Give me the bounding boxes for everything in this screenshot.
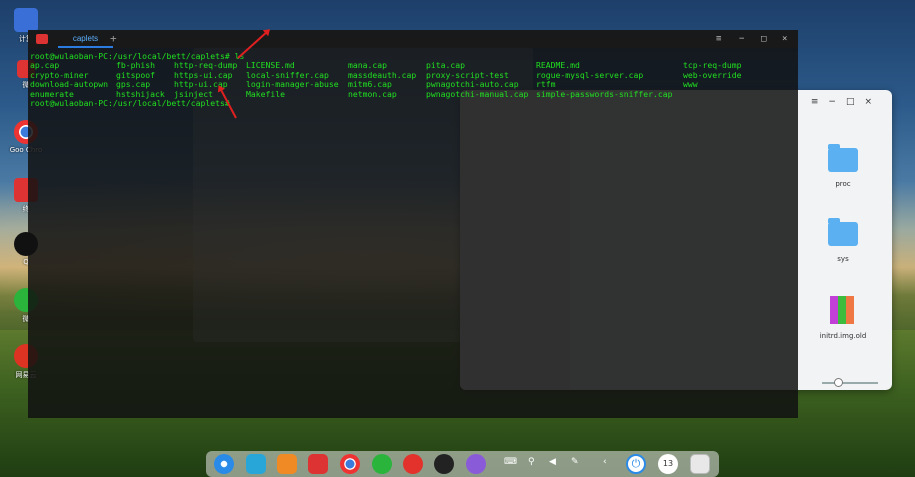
menu-button[interactable]: ≡ (811, 97, 829, 107)
terminal-window[interactable]: caplets + ≡ − □ × root@wulaoban-PC:/usr/… (28, 30, 798, 418)
folder-icon[interactable] (828, 144, 858, 172)
terminal-app-icon (36, 34, 48, 44)
maximize-button[interactable]: □ (846, 97, 865, 107)
folder-label: sys (837, 255, 849, 263)
folder-label: proc (835, 180, 851, 188)
window-controls[interactable]: ≡−□× (811, 97, 882, 107)
ls-entry: Makefile (246, 88, 285, 99)
file-label: initrd.img.old (819, 332, 867, 340)
terminal-icon[interactable] (308, 454, 328, 474)
zoom-slider-knob[interactable] (834, 378, 843, 387)
qq-icon[interactable] (434, 454, 454, 474)
clock[interactable]: 13 (658, 454, 678, 474)
ls-entry: netmon.cap (348, 88, 397, 99)
ls-entry: www (683, 79, 698, 89)
power-button[interactable]: ⏻ (626, 454, 646, 474)
wechat-icon[interactable] (372, 454, 392, 474)
settings-icon[interactable] (466, 454, 486, 474)
keyboard-icon[interactable]: ⌨ (504, 457, 517, 467)
trash-icon[interactable] (690, 454, 710, 474)
tab-caplets[interactable]: caplets (58, 30, 113, 48)
maximize-button[interactable]: □ (761, 30, 766, 48)
computer-icon (14, 8, 38, 32)
close-button[interactable]: × (864, 97, 882, 107)
file-manager-icon[interactable] (246, 454, 266, 474)
add-tab-button[interactable]: + (110, 30, 117, 48)
expand-icon[interactable]: ‹ (603, 457, 607, 467)
dock: ⌨ ⚲ ◀ ✎ ‹ ⏻ 13 (206, 451, 719, 477)
launcher-icon[interactable] (214, 454, 234, 474)
archive-icon[interactable] (277, 454, 297, 474)
terminal-tabbar: caplets + ≡ − □ × (28, 30, 798, 48)
ls-entry: pwnagotchi-manual.cap (426, 88, 529, 99)
chrome-icon[interactable] (340, 454, 360, 474)
usb-icon[interactable]: ⚲ (528, 457, 535, 467)
close-button[interactable]: × (782, 30, 787, 48)
zoom-slider[interactable] (822, 378, 878, 387)
package-icon[interactable] (830, 296, 854, 324)
terminal-prompt: root@wulaoban-PC:/usr/local/bett/caplets… (30, 98, 230, 108)
minimize-button[interactable]: − (828, 97, 846, 107)
menu-button[interactable]: ≡ (716, 30, 721, 48)
volume-icon[interactable]: ◀ (549, 457, 556, 467)
pen-icon[interactable]: ✎ (571, 457, 579, 467)
folder-icon[interactable] (828, 218, 858, 246)
ls-entry: simple-passwords-sniffer.cap (536, 88, 673, 99)
netease-music-icon[interactable] (403, 454, 423, 474)
minimize-button[interactable]: − (739, 30, 744, 48)
